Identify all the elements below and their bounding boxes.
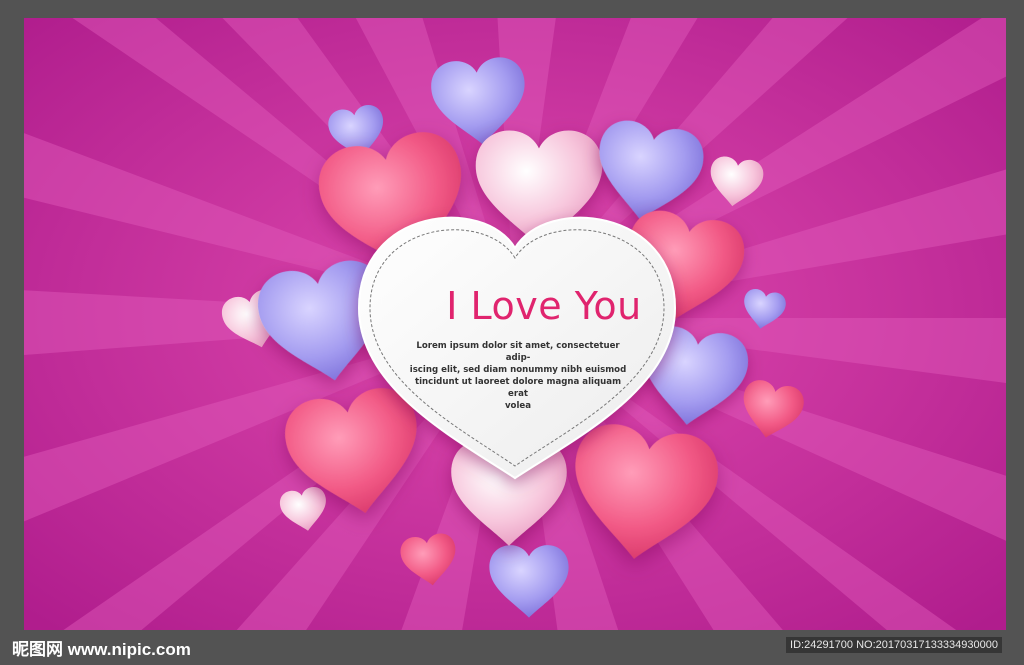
- artboard: I Love You Lorem ipsum dolor sit amet, c…: [24, 18, 1006, 630]
- background-illustration: [24, 18, 1006, 630]
- site-watermark: 昵图网 www.nipic.com: [12, 640, 191, 659]
- id-watermark: ID:24291700 NO:20170317133334930000: [786, 637, 1002, 653]
